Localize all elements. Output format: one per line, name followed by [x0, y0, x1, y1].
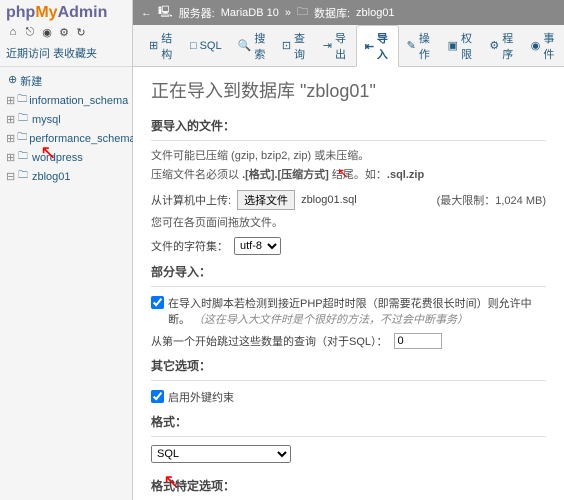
expand-icon[interactable]: ⊞: [6, 113, 16, 126]
tab-events[interactable]: ◉事件: [523, 25, 564, 66]
tab-export[interactable]: ⇥导出: [315, 25, 356, 66]
partial-section-title: 部分导入：: [151, 263, 546, 280]
db-tree: ⊕ 新建 ⊞🗀information_schema ⊞🗀mysql ⊞🗀perf…: [0, 69, 132, 188]
server-link[interactable]: MariaDB 10: [221, 7, 279, 19]
logo[interactable]: phpMyAdmin: [0, 2, 132, 24]
operations-icon: ✎: [407, 39, 416, 52]
favorites-link[interactable]: 表收藏夹: [53, 48, 97, 60]
max-size-label: (最大限制：1,024 MB): [437, 192, 546, 208]
skip-input[interactable]: [394, 333, 442, 349]
expand-icon[interactable]: ⊞: [6, 132, 15, 145]
tab-privileges[interactable]: ▣权限: [440, 25, 482, 66]
import-icon: ⇤: [365, 40, 374, 53]
fk-checkbox[interactable]: [151, 390, 164, 403]
charset-label: 文件的字符集：: [151, 238, 228, 254]
tab-bar: ⊞结构 □SQL 🔍搜索 ⊡查询 ⇥导出 ⇤导入 ✎操作 ▣权限 ⚙程序 ◉事件: [133, 25, 564, 67]
tab-structure[interactable]: ⊞结构: [141, 25, 182, 66]
expand-icon[interactable]: ⊞: [6, 94, 15, 107]
events-icon: ◉: [531, 39, 541, 52]
query-icon: ⊡: [282, 39, 291, 52]
db-item-wordpress[interactable]: ⊞🗀wordpress: [4, 148, 128, 167]
tab-search[interactable]: 🔍搜索: [230, 25, 274, 66]
file-info: 文件可能已压缩 (gzip, bzip2, zip) 或未压缩。 压缩文件名必须…: [151, 149, 546, 184]
db-item-zblog01[interactable]: ⊟🗀zblog01: [4, 167, 128, 186]
db-icon: 🗀: [17, 92, 27, 109]
drag-hint: 您可在各页面间拖放文件。: [151, 216, 546, 231]
sidebar-toolbar: ⌂ ⎋ ◉ ⚙ ↻: [0, 24, 132, 42]
tab-routines[interactable]: ⚙程序: [481, 25, 522, 66]
expand-icon[interactable]: ⊟: [6, 170, 16, 183]
db-icon: 🗀: [18, 168, 30, 185]
upload-label: 从计算机中上传:: [151, 192, 231, 208]
sql-icon: □: [190, 40, 197, 52]
breadcrumb: ← 🖳 服务器: MariaDB 10 » 🗀 数据库: zblog01: [133, 0, 564, 25]
db-icon: 🗀: [297, 3, 308, 22]
tab-query[interactable]: ⊡查询: [274, 25, 315, 66]
allow-interrupt-checkbox[interactable]: [151, 296, 164, 309]
import-form: 正在导入到数据库 "zblog01" 要导入的文件： 文件可能已压缩 (gzip…: [133, 67, 564, 500]
db-link[interactable]: zblog01: [356, 7, 395, 19]
allow-interrupt-label: 在导入时脚本若检测到接近PHP超时时限（即需要花费很长时间）则允许中断。 （这在…: [168, 295, 546, 327]
settings-icon[interactable]: ⚙: [57, 26, 71, 40]
recent-favorites: 近期访问 表收藏夹: [0, 42, 132, 64]
chosen-file-name: zblog01.sql: [301, 194, 357, 206]
home-icon[interactable]: ⌂: [6, 26, 20, 40]
format-opts-title: 格式特定选项：: [151, 477, 546, 494]
choose-file-button[interactable]: 选择文件: [237, 190, 295, 210]
file-section-title: 要导入的文件：: [151, 117, 546, 134]
tab-sql[interactable]: □SQL: [182, 25, 230, 66]
expand-icon[interactable]: ⊞: [6, 151, 16, 164]
other-section-title: 其它选项：: [151, 357, 546, 374]
structure-icon: ⊞: [149, 39, 158, 52]
db-item-information-schema[interactable]: ⊞🗀information_schema: [4, 91, 128, 110]
export-icon: ⇥: [323, 39, 332, 52]
db-item-mysql[interactable]: ⊞🗀mysql: [4, 110, 128, 129]
format-section-title: 格式：: [151, 413, 546, 430]
skip-label: 从第一个开始跳过这些数量的查询（对于SQL）：: [151, 333, 388, 349]
fk-label: 启用外键约束: [168, 389, 234, 405]
page-title: 正在导入到数据库 "zblog01": [151, 77, 546, 103]
sidebar: phpMyAdmin ⌂ ⎋ ◉ ⚙ ↻ 近期访问 表收藏夹 ⊕ 新建 ⊞🗀in…: [0, 0, 133, 500]
db-icon: 🗀: [18, 111, 30, 128]
charset-select[interactable]: utf-8: [234, 237, 281, 255]
recent-link[interactable]: 近期访问: [6, 48, 50, 60]
routines-icon: ⚙: [489, 39, 499, 52]
main-panel: ← 🖳 服务器: MariaDB 10 » 🗀 数据库: zblog01 ⊞结构…: [133, 0, 564, 500]
new-icon: ⊕: [8, 73, 17, 89]
tab-import[interactable]: ⇤导入: [356, 25, 399, 67]
collapse-icon[interactable]: ←: [141, 7, 152, 19]
logout-icon[interactable]: ⎋: [23, 26, 37, 40]
format-select[interactable]: SQL: [151, 445, 291, 463]
db-icon: 🗀: [17, 130, 27, 147]
db-item-performance-schema[interactable]: ⊞🗀performance_schema: [4, 129, 128, 148]
server-icon: 🖳: [158, 3, 173, 22]
tab-operations[interactable]: ✎操作: [399, 25, 440, 66]
new-db[interactable]: ⊕ 新建: [4, 71, 128, 91]
reload-icon[interactable]: ↻: [74, 26, 88, 40]
docs-icon[interactable]: ◉: [40, 26, 54, 40]
privileges-icon: ▣: [448, 39, 458, 52]
search-icon: 🔍: [238, 39, 252, 52]
db-icon: 🗀: [18, 149, 30, 166]
